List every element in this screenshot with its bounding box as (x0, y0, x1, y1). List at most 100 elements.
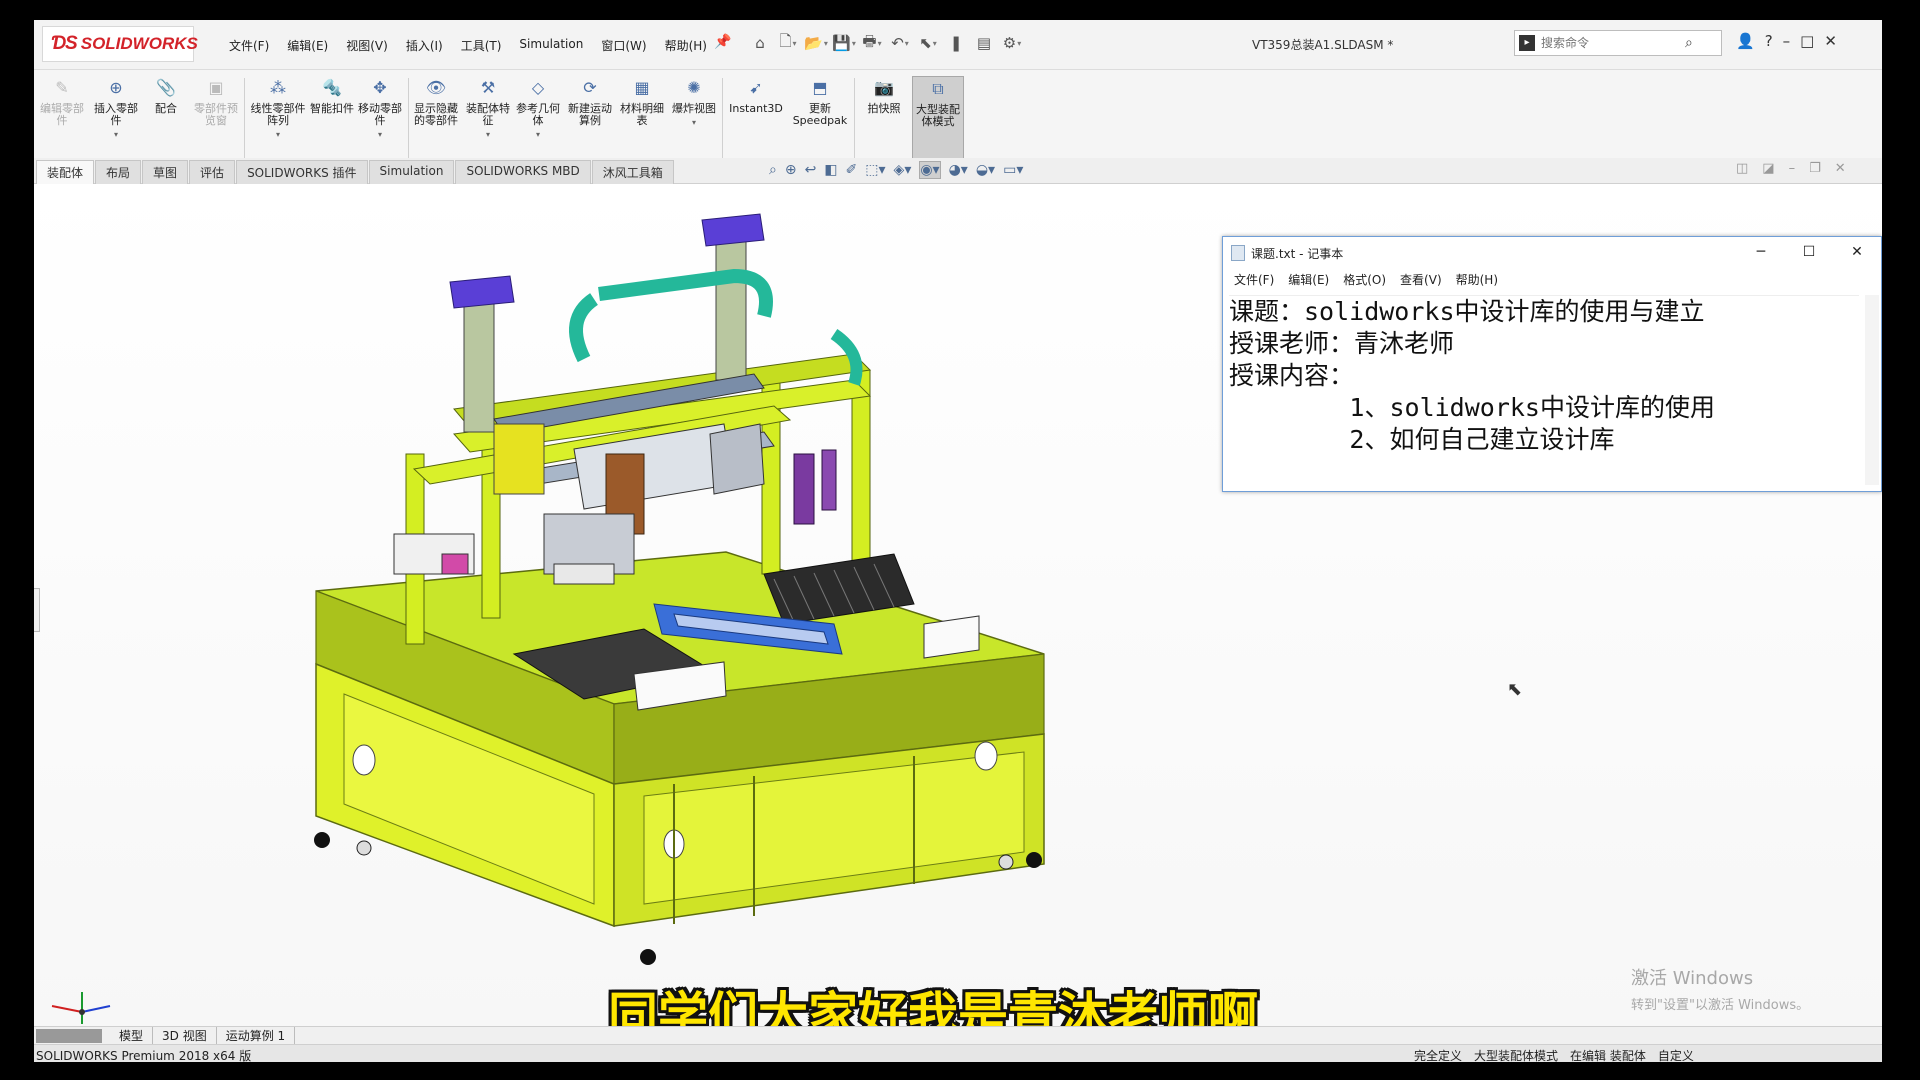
link-view-icon[interactable]: ◪ (1762, 161, 1774, 176)
menu-edit[interactable]: 编辑(E) (278, 34, 337, 57)
view-orientation-icon[interactable]: ⬚▾ (865, 162, 885, 178)
notepad-minimize-icon[interactable]: ─ (1737, 237, 1785, 267)
insert-component-button[interactable]: ⊕ 插入零部件 ▾ (90, 76, 142, 162)
magnifier-icon[interactable]: ⌕ (1685, 35, 1693, 51)
apply-scene-icon[interactable]: ◒▾ (976, 162, 995, 178)
snapshot-button[interactable]: 📷 拍快照 (858, 76, 910, 162)
display-style-icon[interactable]: ◈▾ (894, 162, 912, 178)
reference-geometry-icon: ◇ (531, 78, 545, 97)
new-motion-study-button[interactable]: ⟳ 新建运动算例 (564, 76, 616, 162)
notepad-menu-edit[interactable]: 编辑(E) (1281, 269, 1336, 289)
logo-text: SOLIDWORKS (80, 34, 198, 53)
previous-view-icon[interactable]: ↩ (805, 162, 817, 178)
help-icon[interactable]: ? (1765, 32, 1773, 50)
menu-window[interactable]: 窗口(W) (592, 34, 655, 57)
status-units-custom[interactable]: 自定义 (1658, 1047, 1694, 1062)
home-icon[interactable]: ⌂ (749, 32, 771, 54)
exploded-view-button[interactable]: ✺ 爆炸视图 ▾ (668, 76, 720, 162)
open-folder-icon[interactable]: 📂 ▾ (804, 32, 828, 54)
command-tabs-row: 装配体 布局 草图 评估 SOLIDWORKS 插件 Simulation SO… (34, 158, 1882, 185)
smart-fasteners-button[interactable]: 🔩 智能扣件 (306, 76, 358, 162)
menu-help[interactable]: 帮助(H) (656, 34, 716, 57)
select-icon[interactable]: ⬉ ▾ (917, 32, 939, 54)
split-view-icon[interactable]: ◫ (1736, 161, 1748, 176)
notepad-menu-format[interactable]: 格式(O) (1336, 269, 1393, 289)
notepad-text-area[interactable]: 课题：solidworks中设计库的使用与建立 授课老师：青沐老师 授课内容： 1、… (1229, 295, 1859, 489)
edit-appearance-icon[interactable]: ◕▾ (949, 162, 968, 178)
menu-insert[interactable]: 插入(I) (397, 34, 452, 57)
dynamic-annotation-icon[interactable]: ✐ (846, 162, 858, 178)
search-box[interactable]: ▸ ⌕ (1514, 30, 1722, 56)
tab-3d-views[interactable]: 3D 视图 (153, 1027, 217, 1044)
tab-assembly[interactable]: 装配体 (36, 160, 95, 185)
tab-simulation[interactable]: Simulation (368, 160, 455, 185)
tab-layout[interactable]: 布局 (95, 160, 142, 185)
options-gear-icon[interactable]: ⚙ ▾ (1001, 32, 1023, 54)
reference-geometry-button[interactable]: ◇ 参考几何体 ▾ (512, 76, 564, 162)
notepad-title-bar[interactable]: 课题.txt - 记事本 ─ ☐ ✕ (1223, 237, 1881, 269)
large-assembly-mode-button[interactable]: ⧉ 大型装配体模式 (912, 76, 964, 162)
file-properties-icon[interactable]: ▤ (973, 32, 995, 54)
print-icon[interactable]: 🖶 ▾ (861, 32, 883, 54)
section-view-icon[interactable]: ◧ (824, 162, 837, 178)
zoom-area-icon[interactable]: ⊕ (785, 162, 797, 178)
notepad-maximize-icon[interactable]: ☐ (1785, 237, 1833, 267)
mate-button[interactable]: 📎 配合 (140, 76, 192, 162)
tab-mufeng-toolbox[interactable]: 沐风工具箱 (591, 160, 674, 185)
solidworks-logo[interactable]: ƊS SOLIDWORKS (42, 26, 198, 62)
mate-icon: 📎 (156, 78, 176, 97)
pin-menu-icon[interactable]: 📌 (714, 34, 731, 50)
undo-icon[interactable]: ↶ ▾ (889, 32, 911, 54)
new-document-icon[interactable]: 🗋 ▾ (777, 32, 799, 54)
notepad-window[interactable]: 课题.txt - 记事本 ─ ☐ ✕ 文件(F) 编辑(E) 格式(O) 查看(… (1222, 236, 1882, 492)
hide-show-items-icon[interactable]: ◉▾ (919, 161, 941, 179)
notepad-menu-file[interactable]: 文件(F) (1227, 269, 1281, 289)
instant3d-button[interactable]: ➹ Instant3D (726, 76, 786, 162)
search-input[interactable] (1541, 36, 1681, 50)
menu-simulation[interactable]: Simulation (510, 34, 592, 57)
zoom-to-fit-icon[interactable]: ⌕ (769, 162, 777, 178)
bom-button[interactable]: ▦ 材料明细表 (616, 76, 668, 162)
menu-tools[interactable]: 工具(T) (452, 34, 511, 57)
status-bar: SOLIDWORKS Premium 2018 x64 版 完全定义 大型装配体… (34, 1044, 1882, 1062)
tab-model[interactable]: 模型 (110, 1027, 154, 1044)
maximize-icon[interactable]: □ (1800, 32, 1814, 50)
doc-restore-icon[interactable]: ❐ (1809, 161, 1821, 176)
component-preview-icon: ▣ (208, 78, 224, 97)
notepad-scrollbar[interactable] (1865, 295, 1879, 485)
feature-manager-collapse-handle[interactable] (34, 588, 40, 632)
linear-pattern-button[interactable]: ⁂ 线性零部件阵列 ▾ (248, 76, 308, 162)
edit-component-button[interactable]: ✎ 编辑零部件 (36, 76, 88, 162)
notepad-title: 课题.txt - 记事本 (1251, 246, 1344, 261)
notepad-close-icon[interactable]: ✕ (1833, 237, 1881, 267)
heads-up-toolbar: ⌕ ⊕ ↩ ◧ ✐ ⬚▾ ◈▾ ◉▾ ◕▾ ◒▾ ▭▾ (769, 161, 1023, 179)
user-icon[interactable]: 👤 (1736, 32, 1755, 50)
tab-motion-study-1[interactable]: 运动算例 1 (217, 1027, 296, 1044)
quick-access-toolbar: ⌂ 🗋 ▾ 📂 ▾ 💾 ▾ 🖶 ▾ ↶ ▾ ⬉ ▾ ❚ ▤ ⚙ ▾ (749, 32, 1023, 54)
notepad-menu-view[interactable]: 查看(V) (1393, 269, 1449, 289)
show-hidden-button[interactable]: 👁 显示隐藏的零部件 (410, 76, 462, 162)
menu-view[interactable]: 视图(V) (337, 34, 397, 57)
notepad-menu-help[interactable]: 帮助(H) (1449, 269, 1505, 289)
save-icon[interactable]: 💾 ▾ (832, 32, 856, 54)
tab-evaluate[interactable]: 评估 (189, 160, 236, 185)
tab-scroll-arrows[interactable] (36, 1028, 102, 1043)
assembly-features-icon: ⚒ (480, 78, 496, 97)
component-preview-button[interactable]: ▣ 零部件预览窗 (190, 76, 242, 162)
button-label: 智能扣件 (310, 102, 354, 115)
tab-solidworks-addins[interactable]: SOLIDWORKS 插件 (236, 160, 368, 185)
insert-component-icon: ⊕ (109, 78, 123, 97)
doc-close-icon[interactable]: ✕ (1835, 161, 1846, 176)
move-component-button[interactable]: ✥ 移动零部件 ▾ (354, 76, 406, 162)
doc-minimize-icon[interactable]: – (1789, 161, 1796, 176)
graphics-area[interactable]: ⬉ 课题.txt - 记事本 ─ ☐ ✕ 文件(F) 编辑(E) 格式(O) 查… (34, 184, 1882, 1026)
minimize-icon[interactable]: – (1783, 32, 1791, 50)
close-icon[interactable]: ✕ (1824, 32, 1837, 50)
tab-sketch[interactable]: 草图 (142, 160, 189, 185)
traffic-light-icon[interactable]: ❚ (945, 32, 967, 54)
menu-file[interactable]: 文件(F) (220, 34, 278, 57)
update-speedpak-button[interactable]: ⬒ 更新Speedpak (790, 76, 850, 162)
view-settings-icon[interactable]: ▭▾ (1003, 162, 1023, 178)
assembly-features-button[interactable]: ⚒ 装配体特征 ▾ (462, 76, 514, 162)
tab-solidworks-mbd[interactable]: SOLIDWORKS MBD (455, 160, 591, 185)
